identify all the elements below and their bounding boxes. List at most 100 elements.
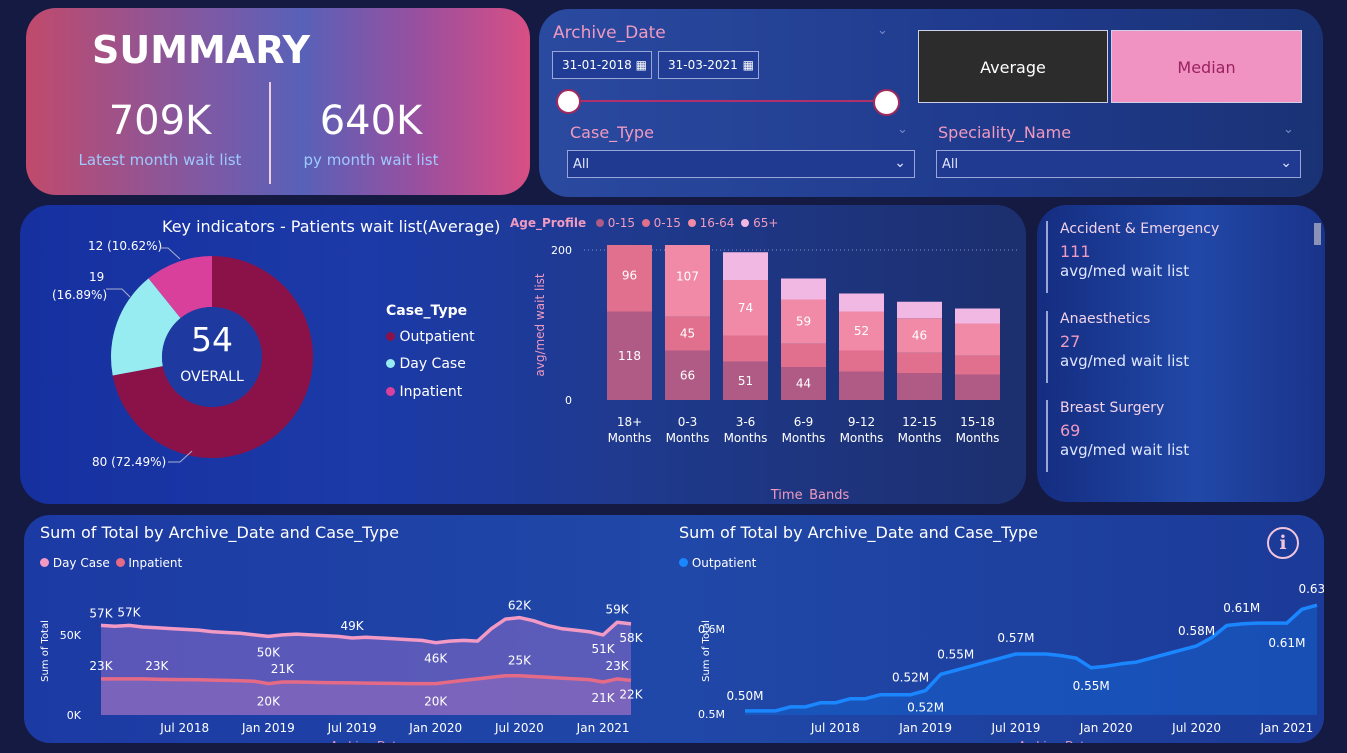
speciality-scrollbar[interactable] [1314, 223, 1321, 245]
x-tick-label: 15-18 [960, 415, 995, 429]
line-data-label: 0.61M [1223, 601, 1260, 615]
donut-center-value: 54 [191, 320, 233, 359]
bar-segment [723, 335, 768, 362]
calendar-icon: ▦ [742, 58, 754, 72]
line-data-label: 46K [424, 652, 448, 666]
legend-dot [386, 359, 395, 368]
legend-dot [40, 558, 49, 567]
bar-data-label: 45 [680, 327, 695, 341]
archive-date-label: Archive_Date [553, 23, 666, 43]
py-month-value: 640K [319, 98, 423, 144]
legend-dot [741, 219, 750, 227]
info-icon[interactable]: i [1267, 527, 1299, 559]
legend-dot [641, 219, 650, 227]
line-data-label: 62K [508, 599, 532, 613]
slice-label-outpatient: 80 (72.49%) [92, 455, 166, 469]
speciality-value-label: avg/med wait list [1060, 352, 1190, 370]
x-tick-label: 12-15 [902, 415, 937, 429]
legend-label: 16-64 [699, 216, 735, 230]
x-tick-label: Months [898, 431, 942, 445]
legend-label: Outpatient [691, 556, 757, 570]
legend-dot [386, 332, 395, 341]
right-area-chart: 0.50M 0.52M 0.52M 0.55M 0.57M 0.55M 0.58M 0.61M… [698, 582, 1324, 743]
legend-label: Day Case [399, 356, 466, 372]
average-button-label: Average [980, 58, 1046, 77]
speciality-name: Accident & Emergency [1060, 221, 1220, 237]
bar-data-label: 74 [738, 301, 753, 315]
line-data-label: 21K [592, 691, 616, 705]
x-tick-label: Months [608, 431, 652, 445]
x-tick-label: Months [724, 431, 768, 445]
speciality-item: Accident & Emergency 111 avg/med wait li… [1046, 221, 1296, 293]
calendar-icon: ▦ [635, 58, 647, 72]
x-tick-label: 0-3 [678, 415, 698, 429]
x-tick-label: Jan 2021 [576, 721, 630, 735]
bar-data-label: 51 [738, 374, 753, 388]
bar-data-label: 66 [680, 368, 695, 382]
area-fill [745, 605, 1317, 715]
x-tick-label: Jul 2018 [810, 721, 860, 735]
slice-label-daycase-value: 19 [89, 270, 104, 284]
legend-dot [595, 219, 604, 227]
x-axis-title: Time_Bands [770, 488, 850, 500]
y-tick-label: 50K [60, 629, 82, 642]
average-button[interactable]: Average [918, 30, 1108, 103]
x-tick-label: 6-9 [794, 415, 814, 429]
filter-card: Archive_Date ⌄ 31-01-2018 ▦ 31-03-2021 ▦… [539, 9, 1323, 197]
speciality-name: Anaesthetics [1060, 311, 1151, 327]
x-tick-label: Jul 2018 [159, 721, 209, 735]
bar-data-label: 59 [796, 315, 811, 329]
x-tick-label: Months [782, 431, 826, 445]
x-tick-label: Jan 2019 [241, 721, 295, 735]
x-tick-label: Jul 2019 [991, 721, 1041, 735]
case-type-legend-title: Case_Type [386, 303, 468, 319]
line-data-label: 20K [424, 695, 448, 709]
speciality-dropdown[interactable]: All ⌄ [936, 150, 1301, 178]
x-tick-label: Months [840, 431, 884, 445]
date-slider-start-handle[interactable] [556, 89, 581, 114]
date-slider-end-handle[interactable] [873, 89, 900, 116]
x-tick-label: 3-6 [736, 415, 756, 429]
line-data-label: 58K [619, 631, 643, 645]
summary-card: SUMMARY 709K Latest month wait list 640K… [26, 8, 530, 195]
bar-segment [897, 373, 942, 400]
right-trend-title: Sum of Total by Archive_Date and Case_Ty… [679, 523, 1038, 542]
bar-segment [781, 343, 826, 367]
y-tick-label: 0 [565, 394, 572, 407]
line-data-label: 0.55M [937, 647, 974, 661]
line-data-label: 0.52M [892, 671, 929, 685]
median-button[interactable]: Median [1111, 30, 1302, 103]
bar-segment [955, 374, 1000, 400]
line-data-label: 0.52M [907, 701, 944, 715]
line-data-label: 50K [257, 645, 281, 659]
age-profile-legend: Age_Profile 0-15 0-15 16-64 65+ [510, 216, 778, 230]
end-date-input[interactable]: 31-03-2021 ▦ [658, 51, 759, 79]
line-data-label: 0.57M [997, 631, 1034, 645]
trend-card: Sum of Total by Archive_Date and Case_Ty… [24, 515, 1324, 743]
x-tick-label: Jul 2020 [1171, 721, 1221, 735]
stacked-bar-chart: 0200400118961366618+Months6645107510-3Mo… [533, 245, 1020, 500]
leader-line [106, 288, 131, 298]
median-button-label: Median [1177, 58, 1236, 77]
left-trend-title: Sum of Total by Archive_Date and Case_Ty… [40, 523, 399, 542]
chevron-down-icon: ⌄ [894, 155, 906, 171]
line-data-label: 23K [89, 659, 113, 673]
line-data-label: 22K [619, 687, 643, 701]
legend-dot [687, 219, 696, 227]
case-type-dropdown[interactable]: All ⌄ [567, 150, 915, 178]
start-date-value: 31-01-2018 [562, 58, 632, 72]
speciality-value: 69 [1060, 421, 1081, 440]
py-month-label: py month wait list [303, 151, 439, 169]
legend-label: Day Case [52, 556, 110, 570]
x-tick-label: Jul 2019 [327, 721, 377, 735]
y-axis-title: avg/med wait list [533, 273, 547, 377]
archive-date-chevron-icon[interactable]: ⌄ [877, 23, 888, 38]
start-date-input[interactable]: 31-01-2018 ▦ [552, 51, 652, 79]
line-data-label: 0.63M [1298, 582, 1324, 596]
date-slider-track[interactable] [568, 100, 888, 102]
bar-segment [839, 293, 884, 312]
speciality-card: Accident & Emergency 111 avg/med wait li… [1037, 205, 1325, 502]
donut-center-label: OVERALL [180, 369, 244, 385]
x-tick-label: Jan 2021 [1259, 721, 1313, 735]
legend-dot [115, 558, 125, 567]
